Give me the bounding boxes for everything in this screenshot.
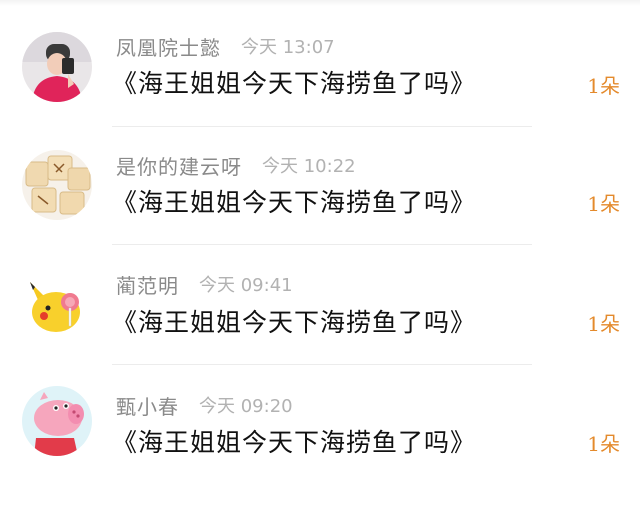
timestamp: 今天 10:22	[262, 156, 356, 177]
divider	[112, 364, 532, 365]
divider	[112, 126, 532, 127]
timestamp: 今天 09:41	[199, 275, 293, 296]
peppa-pig-avatar[interactable]	[22, 386, 92, 456]
username[interactable]: 甄小春	[116, 391, 179, 420]
timestamp: 今天 09:20	[199, 396, 293, 417]
comment-text: 《海王姐姐今天下海捞鱼了吗》	[112, 308, 477, 337]
comment-item[interactable]: 是你的建云呀 今天 10:22 《海王姐姐今天下海捞鱼了吗》 1朵	[0, 150, 640, 270]
username[interactable]: 是你的建云呀	[116, 151, 242, 180]
pikachu-avatar[interactable]	[22, 268, 92, 338]
mahjong-tiles-avatar[interactable]	[22, 150, 92, 220]
flower-count: 1朵	[587, 74, 620, 98]
comment-meta: 蔺范明 今天 09:41	[116, 269, 293, 299]
peppa-pig-icon	[22, 386, 92, 456]
person-photo-icon	[22, 32, 92, 102]
comment-text: 《海王姐姐今天下海捞鱼了吗》	[112, 188, 477, 217]
comment-text: 《海王姐姐今天下海捞鱼了吗》	[112, 428, 477, 457]
username[interactable]: 蔺范明	[116, 270, 179, 299]
person-photo-avatar[interactable]	[22, 32, 92, 102]
comment-item[interactable]: 凤凰院士懿 今天 13:07 《海王姐姐今天下海捞鱼了吗》 1朵	[0, 32, 640, 152]
comment-item[interactable]: 甄小春 今天 09:20 《海王姐姐今天下海捞鱼了吗》 1朵	[0, 386, 640, 510]
flower-count: 1朵	[587, 192, 620, 216]
flower-count: 1朵	[587, 432, 620, 456]
comment-meta: 凤凰院士懿 今天 13:07	[116, 31, 335, 61]
comment-meta: 甄小春 今天 09:20	[116, 390, 293, 420]
comment-meta: 是你的建云呀 今天 10:22	[116, 150, 356, 180]
comment-list: 凤凰院士懿 今天 13:07 《海王姐姐今天下海捞鱼了吗》 1朵 是你的建云呀 …	[0, 0, 640, 476]
username[interactable]: 凤凰院士懿	[116, 32, 221, 61]
pikachu-icon	[22, 268, 92, 338]
comment-text: 《海王姐姐今天下海捞鱼了吗》	[112, 69, 477, 98]
flower-count: 1朵	[587, 312, 620, 336]
mahjong-tiles-icon	[22, 150, 92, 220]
timestamp: 今天 13:07	[241, 37, 335, 58]
comment-item[interactable]: 蔺范明 今天 09:41 《海王姐姐今天下海捞鱼了吗》 1朵	[0, 268, 640, 390]
divider	[112, 244, 532, 245]
